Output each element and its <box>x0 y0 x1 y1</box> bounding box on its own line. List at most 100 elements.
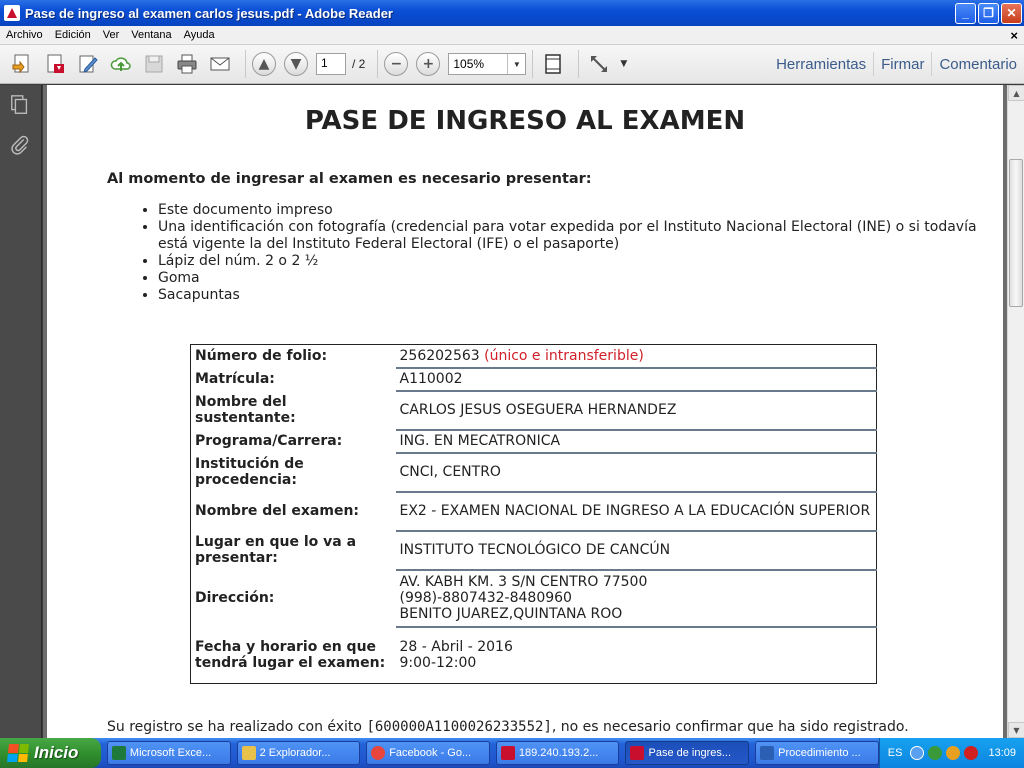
list-item: Este documento impreso <box>158 202 978 219</box>
windows-logo-icon <box>7 744 29 762</box>
window-title: Pase de ingreso al examen carlos jesus.p… <box>25 5 393 21</box>
table-row: Nombre del examen: EX2 - EXAMEN NACIONAL… <box>191 491 877 532</box>
toolbar: ▲ ▼ 1 / 2 − + 105% ▼ ▼ Herramientas Firm… <box>0 45 1024 84</box>
page-thumbnails-icon[interactable] <box>8 93 32 117</box>
page-total: / 2 <box>352 57 366 71</box>
taskbar-item-explorer[interactable]: 2 Explorador... <box>236 741 361 765</box>
registration-code: [600000A1100026233552] <box>366 719 552 735</box>
requirements-intro: Al momento de ingresar al examen es nece… <box>107 171 592 187</box>
save-icon[interactable] <box>140 50 168 78</box>
list-item: Una identificación con fotografía (crede… <box>158 219 978 253</box>
document-close-button[interactable]: × <box>1010 28 1024 43</box>
zoom-in-button[interactable]: + <box>416 52 441 76</box>
antivirus-icon[interactable] <box>964 746 979 760</box>
direccion-label: Dirección: <box>195 590 275 606</box>
requirements-list: Este documento impreso Una identificació… <box>158 202 978 304</box>
zoom-value: 105% <box>453 57 485 71</box>
examen-label: Nombre del examen: <box>195 503 360 519</box>
scroll-down-button[interactable]: ▼ <box>1008 722 1024 738</box>
table-row: Dirección: AV. KABH KM. 3 S/N CENTRO 775… <box>191 569 877 628</box>
minimize-button[interactable]: _ <box>955 2 976 24</box>
exam-time: 9:00-12:00 <box>399 655 477 672</box>
sustentante-label: Nombre del sustentante: <box>195 394 296 426</box>
document-title: PASE DE INGRESO AL EXAMEN <box>304 106 746 136</box>
scroll-up-button[interactable]: ▲ <box>1008 85 1024 101</box>
taskbar: Inicio Microsoft Exce... 2 Explorador...… <box>0 738 1024 768</box>
menu-ayuda[interactable]: Ayuda <box>178 29 221 41</box>
lugar-label: Lugar en que lo va a presentar: <box>195 534 357 566</box>
vertical-scrollbar[interactable]: ▲ ▼ <box>1007 85 1024 738</box>
table-row: Lugar en que lo va a presentar: INSTITUT… <box>191 530 877 571</box>
phone-line: (998)-8807432-8480960 <box>399 590 572 606</box>
language-indicator[interactable]: ES <box>888 747 903 759</box>
exam-date: 28 - Abril - 2016 <box>399 639 513 656</box>
taskbar-item-chrome[interactable]: Facebook - Go... <box>366 741 490 765</box>
pdf-icon <box>630 746 645 760</box>
system-tray: ES 13:09 <box>878 738 1024 768</box>
chrome-icon <box>371 746 386 760</box>
toolbar-separator <box>377 50 379 78</box>
page-number-input[interactable]: 1 <box>316 53 346 75</box>
folio-note: (único e intransferible) <box>484 347 644 364</box>
herramientas-button[interactable]: Herramientas <box>769 52 873 76</box>
list-item: Lápiz del núm. 2 o 2 ½ <box>158 253 978 270</box>
institucion-value: CNCI, CENTRO <box>395 452 877 493</box>
list-item: Sacapuntas <box>158 287 978 304</box>
document-viewport[interactable]: PASE DE INGRESO AL EXAMEN Al momento de … <box>43 85 1007 738</box>
fecha-value: 28 - Abril - 2016 9:00-12:00 <box>396 627 877 684</box>
toolbar-separator <box>532 50 534 78</box>
taskbar-item-pdf-1[interactable]: 189.240.193.2... <box>495 741 620 765</box>
start-button[interactable]: Inicio <box>0 738 101 768</box>
institucion-label: Institución de procedencia: <box>195 456 304 488</box>
menu-ventana[interactable]: Ventana <box>125 29 177 41</box>
word-icon <box>760 746 775 760</box>
direccion-value: AV. KABH KM. 3 S/N CENTRO 77500 (998)-88… <box>395 569 877 628</box>
sustentante-value: CARLOS JESUS OSEGUERA HERNANDEZ <box>395 390 877 431</box>
menu-edicion[interactable]: Edición <box>49 29 97 41</box>
zoom-out-button[interactable]: − <box>384 52 409 76</box>
fit-page-icon[interactable] <box>539 50 567 78</box>
start-label: Inicio <box>34 743 79 762</box>
menu-ver[interactable]: Ver <box>97 29 126 41</box>
fullscreen-icon[interactable] <box>585 50 613 78</box>
toolbar-panels: Herramientas Firmar Comentario <box>769 45 1024 83</box>
maximize-button[interactable]: ❐ <box>978 2 999 24</box>
firmar-button[interactable]: Firmar <box>873 52 931 76</box>
folio-label: Número de folio: <box>195 348 328 365</box>
scroll-thumb[interactable] <box>1009 159 1023 307</box>
lugar-value: INSTITUTO TECNOLÓGICO DE CANCÚN <box>395 530 877 571</box>
taskbar-item-word[interactable]: Procedimiento ... <box>755 741 879 765</box>
edit-pdf-icon[interactable] <box>74 50 102 78</box>
menu-bar: Archivo Edición Ver Ventana Ayuda × <box>0 26 1024 45</box>
table-row: Nombre del sustentante: CARLOS JESUS OSE… <box>191 390 877 431</box>
create-pdf-icon[interactable] <box>41 50 69 78</box>
previous-page-button[interactable]: ▲ <box>252 52 276 76</box>
upload-cloud-icon[interactable] <box>107 50 135 78</box>
attachments-icon[interactable] <box>8 133 32 157</box>
excel-icon <box>111 746 126 760</box>
taskbar-item-pdf-active[interactable]: Pase de ingres... <box>625 741 750 765</box>
taskbar-item-excel[interactable]: Microsoft Exce... <box>106 741 231 765</box>
network-icon[interactable] <box>928 746 943 760</box>
print-icon[interactable] <box>173 50 201 78</box>
zoom-select[interactable]: 105% ▼ <box>448 53 527 75</box>
city-line: BENITO JUAREZ,QUINTANA ROO <box>399 606 623 622</box>
next-page-button[interactable]: ▼ <box>284 52 308 76</box>
more-tools-arrow[interactable]: ▼ <box>620 59 627 69</box>
tray-expand-icon[interactable] <box>910 746 925 760</box>
comentario-button[interactable]: Comentario <box>931 52 1024 76</box>
chrome-tray-icon[interactable] <box>946 746 961 760</box>
list-item: Goma <box>158 270 978 287</box>
folio-value: 256202563 (único e intransferible) <box>395 344 877 369</box>
table-row: Fecha y horario en que tendrá lugar el e… <box>191 627 877 684</box>
examen-value: EX2 - EXAMEN NACIONAL DE INGRESO A LA ED… <box>395 491 877 532</box>
exam-info-table: Número de folio: 256202563 (único e intr… <box>190 344 877 684</box>
open-file-icon[interactable] <box>8 50 36 78</box>
pdf-page: PASE DE INGRESO AL EXAMEN Al momento de … <box>47 85 1003 738</box>
navigation-panel <box>0 85 42 738</box>
close-button[interactable]: ✕ <box>1001 2 1022 24</box>
menu-archivo[interactable]: Archivo <box>0 29 49 41</box>
clock: 13:09 <box>988 747 1016 759</box>
email-icon[interactable] <box>206 50 234 78</box>
chevron-down-icon[interactable]: ▼ <box>507 54 525 74</box>
